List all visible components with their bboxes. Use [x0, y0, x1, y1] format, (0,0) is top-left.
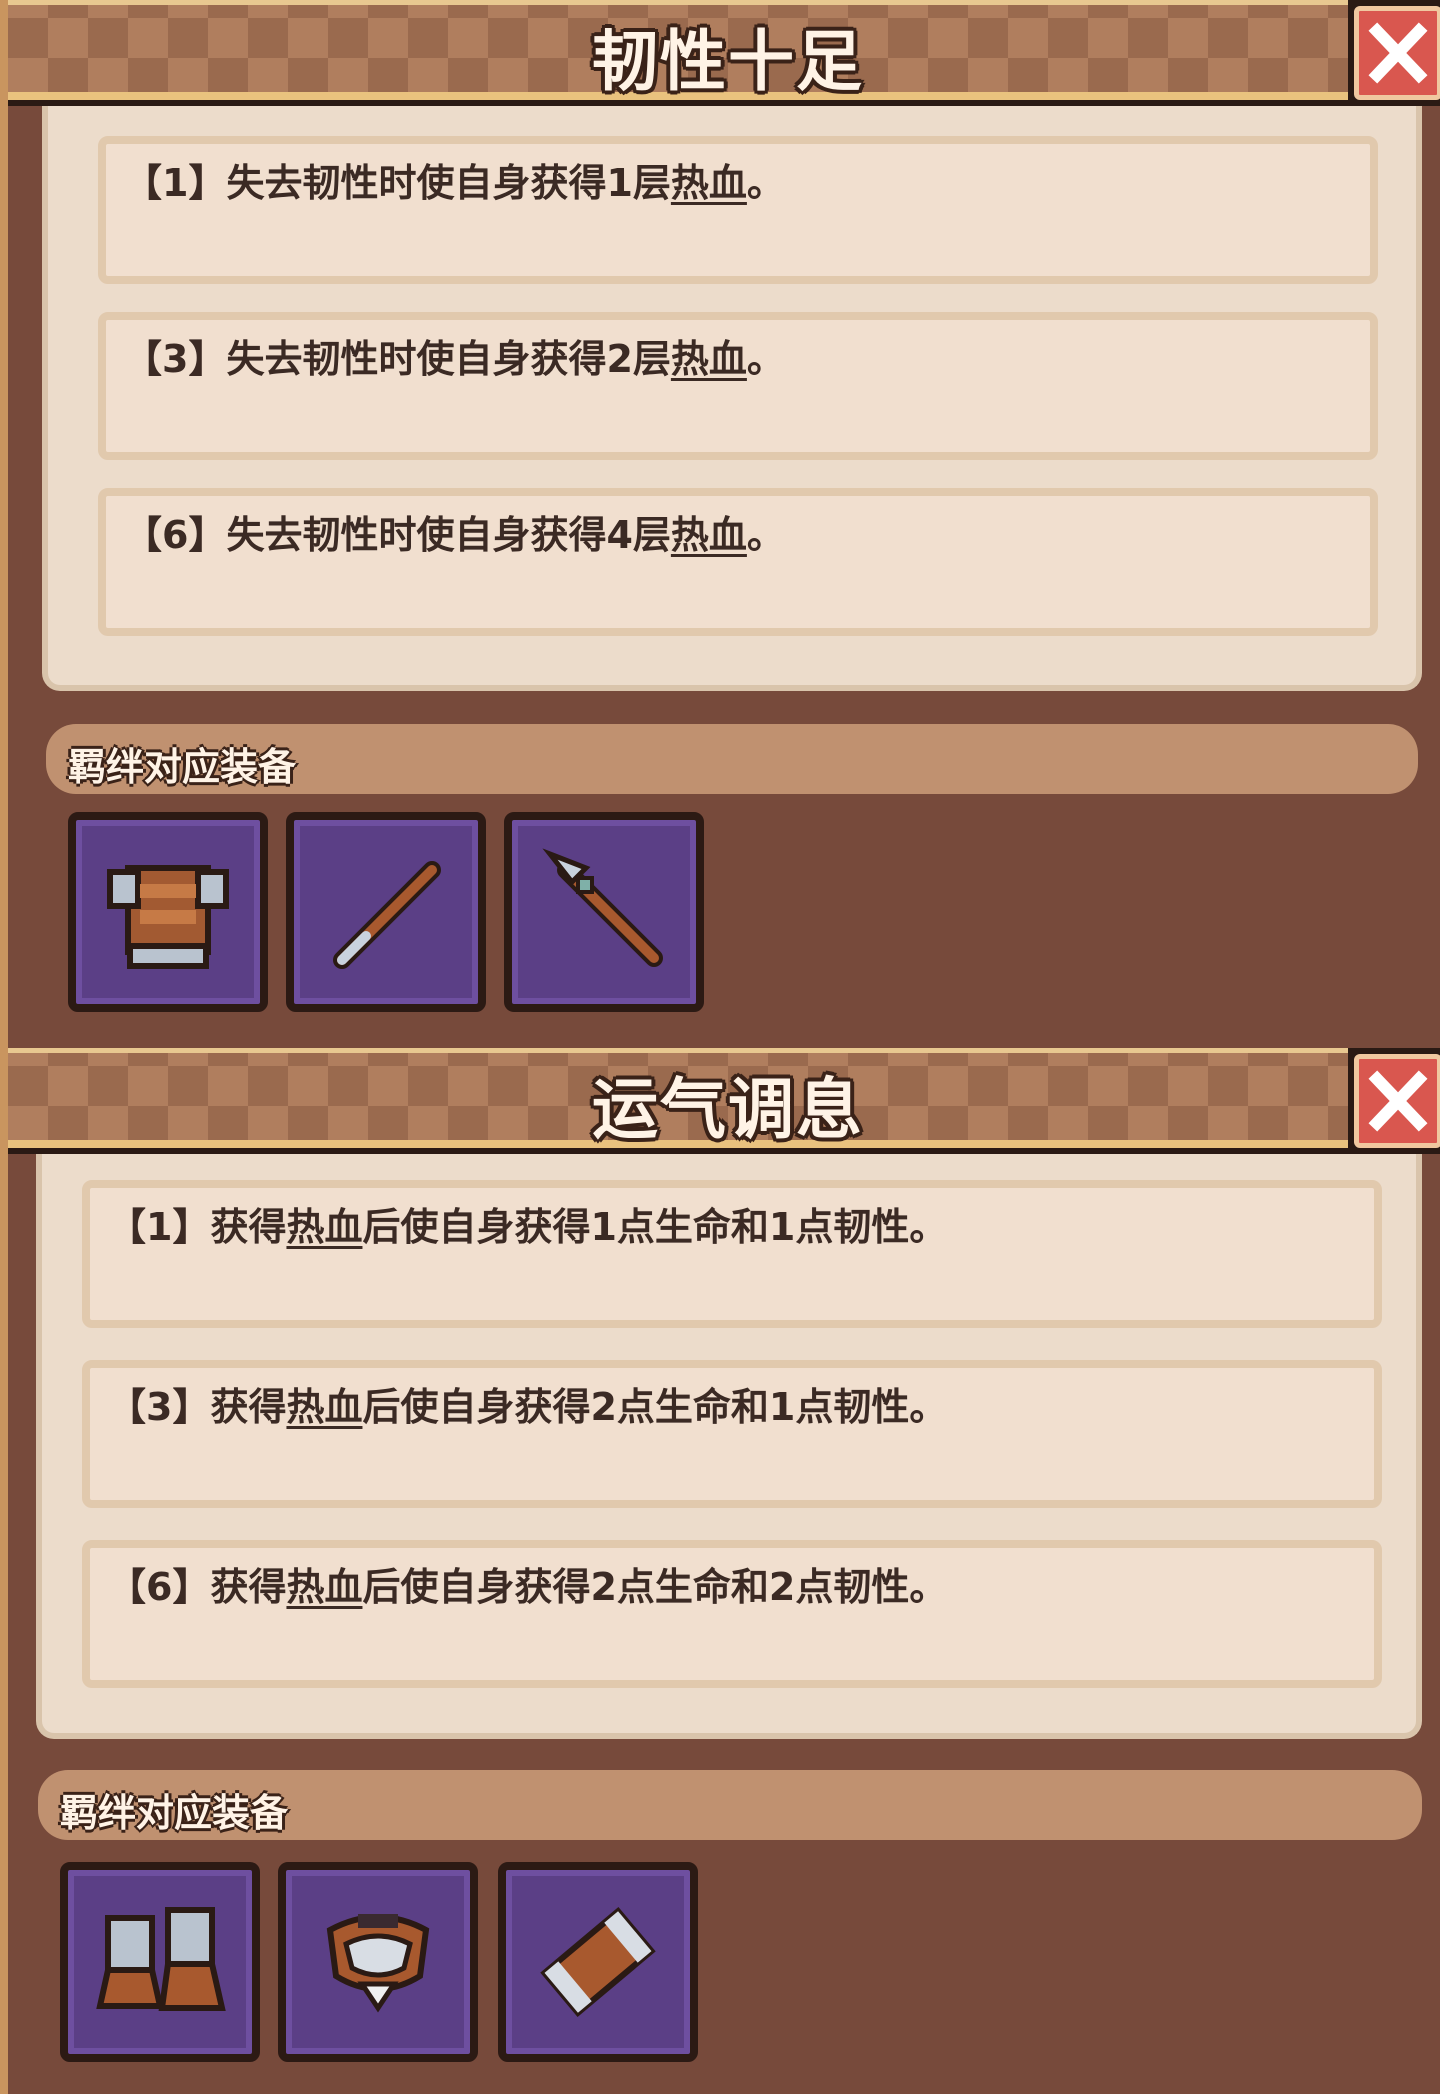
keyword-link[interactable]: 热血 — [286, 1205, 362, 1249]
equipment-slot[interactable] — [68, 812, 268, 1012]
collar-icon — [326, 1914, 430, 2013]
panel-title: 运气调息 — [592, 1071, 864, 1148]
keyword-link[interactable]: 热血 — [286, 1385, 362, 1429]
boots-icon — [96, 1907, 226, 2011]
close-button[interactable] — [1348, 1048, 1440, 1154]
keyword-link[interactable]: 热血 — [286, 1565, 362, 1609]
keyword-link[interactable]: 热血 — [671, 337, 747, 381]
tier-item: 【3】获得热血后使自身获得2点生命和1点韧性。 — [82, 1360, 1382, 1508]
equipment-slot[interactable] — [60, 1862, 260, 2062]
bond-panel-1: 韧性十足 【1】失去韧性时使自身获得1层热血。 【3】失去韧性时使自身获得2层热… — [0, 0, 1440, 1048]
tier-item: 【1】失去韧性时使自身获得1层热血。 — [98, 136, 1378, 284]
equipment-slot[interactable] — [286, 812, 486, 1012]
equipment-header: 羁绊对应装备 — [38, 1770, 1422, 1840]
tier-item: 【3】失去韧性时使自身获得2层热血。 — [98, 312, 1378, 460]
bond-panel-2: 运气调息 【1】获得热血后使自身获得1点生命和1点韧性。 【3】获得热血后使自身… — [0, 1048, 1440, 2094]
armor-icon — [107, 865, 229, 969]
equipment-slot[interactable] — [278, 1862, 478, 2062]
equipment-header: 羁绊对应装备 — [46, 724, 1418, 794]
close-icon — [1368, 1070, 1428, 1132]
bracer-icon — [540, 1907, 656, 2017]
close-icon — [1368, 22, 1428, 84]
tier-item: 【6】获得热血后使自身获得2点生命和2点韧性。 — [82, 1540, 1382, 1688]
tier-item: 【6】失去韧性时使自身获得4层热血。 — [98, 488, 1378, 636]
keyword-link[interactable]: 热血 — [671, 513, 747, 557]
close-button[interactable] — [1348, 0, 1440, 106]
spear-icon — [542, 848, 663, 967]
tier-description-area: 【1】获得热血后使自身获得1点生命和1点韧性。 【3】获得热血后使自身获得2点生… — [36, 1154, 1422, 1739]
equipment-slot[interactable] — [498, 1862, 698, 2062]
keyword-link[interactable]: 热血 — [671, 161, 747, 205]
tier-item: 【1】获得热血后使自身获得1点生命和1点韧性。 — [82, 1180, 1382, 1328]
panel-title: 韧性十足 — [592, 23, 864, 100]
tier-description-area: 【1】失去韧性时使自身获得1层热血。 【3】失去韧性时使自身获得2层热血。 【6… — [42, 106, 1422, 691]
staff-icon — [333, 861, 441, 969]
equipment-slot[interactable] — [504, 812, 704, 1012]
